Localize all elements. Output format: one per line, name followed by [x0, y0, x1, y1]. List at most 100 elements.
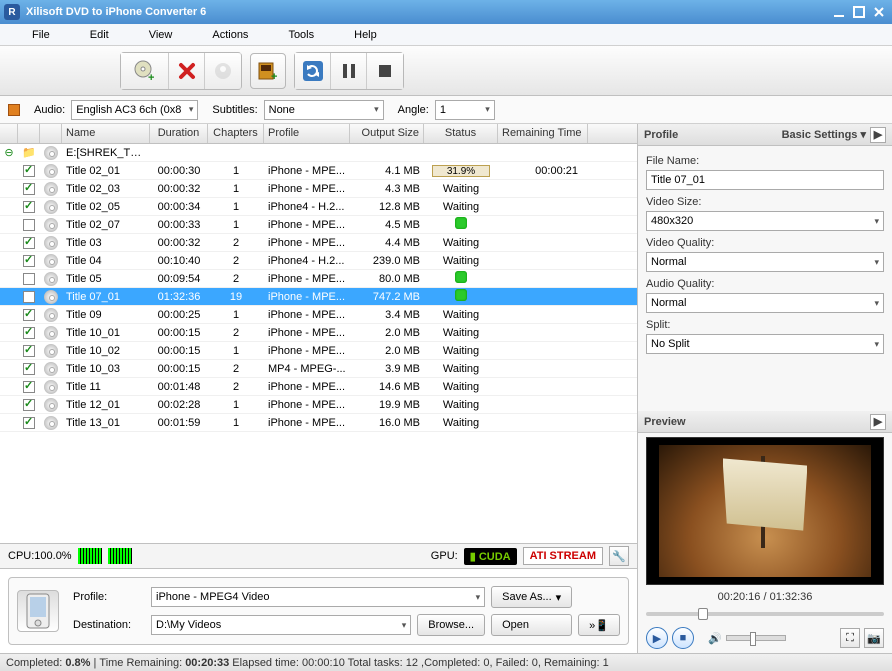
- preview-controls: ▶ ■ 🔊 ⛶ 📷: [638, 623, 892, 653]
- row-checkbox[interactable]: [23, 219, 35, 231]
- add-dvd-button[interactable]: +: [121, 53, 169, 89]
- toolbar: + +: [0, 46, 892, 96]
- source-options-row: Audio: English AC3 6ch (0x8 Subtitles: N…: [0, 96, 892, 124]
- save-as-button[interactable]: Save As...▾: [491, 586, 572, 608]
- row-checkbox[interactable]: [23, 201, 35, 213]
- menu-tools[interactable]: Tools: [268, 29, 334, 41]
- row-checkbox[interactable]: [23, 345, 35, 357]
- row-checkbox[interactable]: [23, 255, 35, 267]
- svg-text:+: +: [271, 71, 277, 82]
- open-button[interactable]: Open: [491, 614, 572, 636]
- destination-combo[interactable]: D:\My Videos: [151, 615, 411, 635]
- table-row[interactable]: Title 02_0700:00:331iPhone - MPE...4.5 M…: [0, 216, 637, 234]
- profile-combo[interactable]: iPhone - MPEG4 Video: [151, 587, 485, 607]
- audio-combo[interactable]: English AC3 6ch (0x8: [71, 100, 198, 120]
- device-thumb-icon: [17, 590, 59, 632]
- add-output-button[interactable]: +: [250, 53, 286, 89]
- settings-mode-toggle[interactable]: Basic Settings ▾: [782, 128, 866, 141]
- fullscreen-button[interactable]: ⛶: [840, 628, 860, 648]
- maximize-button[interactable]: [850, 4, 868, 20]
- menu-file[interactable]: File: [12, 29, 70, 41]
- table-row[interactable]: Title 07_0101:32:3619iPhone - MPE...747.…: [0, 288, 637, 306]
- col-output-size[interactable]: Output Size: [350, 124, 424, 143]
- table-parent-row[interactable]: ⊖📁E:[SHREK_TH...: [0, 144, 637, 162]
- split-combo[interactable]: No Split: [646, 334, 884, 354]
- disc-icon: [44, 380, 58, 394]
- preview-video[interactable]: [646, 437, 884, 585]
- col-profile[interactable]: Profile: [264, 124, 350, 143]
- browse-button[interactable]: Browse...: [417, 614, 485, 636]
- row-checkbox[interactable]: [23, 165, 35, 177]
- table-row[interactable]: Title 02_0100:00:301iPhone - MPE...4.1 M…: [0, 162, 637, 180]
- menu-view[interactable]: View: [129, 29, 193, 41]
- disc-icon: [44, 236, 58, 250]
- minimize-button[interactable]: [830, 4, 848, 20]
- stop-preview-button[interactable]: ■: [672, 627, 694, 649]
- table-row[interactable]: Title 10_0200:00:151iPhone - MPE...2.0 M…: [0, 342, 637, 360]
- angle-combo[interactable]: 1: [435, 100, 495, 120]
- transfer-device-button[interactable]: »📱: [578, 614, 620, 636]
- disc-icon: [44, 164, 58, 178]
- remove-button[interactable]: [169, 53, 205, 89]
- table-row[interactable]: Title 02_0500:00:341iPhone4 - H.2...12.8…: [0, 198, 637, 216]
- menu-help[interactable]: Help: [334, 29, 397, 41]
- gpu-label: GPU:: [431, 550, 458, 562]
- table-row[interactable]: Title 10_0300:00:152MP4 - MPEG-...3.9 MB…: [0, 360, 637, 378]
- table-row[interactable]: Title 0300:00:322iPhone - MPE...4.4 MBWa…: [0, 234, 637, 252]
- video-size-combo[interactable]: 480x320: [646, 211, 884, 231]
- row-checkbox[interactable]: [23, 291, 35, 303]
- pause-button[interactable]: [331, 53, 367, 89]
- snapshot-button[interactable]: 📷: [864, 628, 884, 648]
- row-checkbox[interactable]: [23, 183, 35, 195]
- grid-header: Name Duration Chapters Profile Output Si…: [0, 124, 637, 144]
- close-button[interactable]: [870, 4, 888, 20]
- profile-label: Profile:: [73, 591, 145, 603]
- audio-quality-combo[interactable]: Normal: [646, 293, 884, 313]
- row-checkbox[interactable]: [23, 273, 35, 285]
- col-remaining[interactable]: Remaining Time: [498, 124, 588, 143]
- col-chapters[interactable]: Chapters: [208, 124, 264, 143]
- col-name[interactable]: Name: [62, 124, 150, 143]
- row-checkbox[interactable]: [23, 417, 35, 429]
- volume-slider[interactable]: [726, 635, 786, 641]
- cuda-badge-icon: ▮ CUDA: [464, 548, 517, 565]
- collapse-right-button[interactable]: ▶: [870, 127, 886, 143]
- stop-button[interactable]: [367, 53, 403, 89]
- cpu-meter-icon: [78, 548, 102, 564]
- subtitles-label: Subtitles:: [212, 104, 257, 116]
- row-checkbox[interactable]: [23, 399, 35, 411]
- row-checkbox[interactable]: [23, 381, 35, 393]
- table-row[interactable]: Title 0500:09:542iPhone - MPE...80.0 MB: [0, 270, 637, 288]
- cpu-bar: CPU:100.0% GPU: ▮ CUDA ATI STREAM 🔧: [0, 543, 637, 569]
- table-row[interactable]: Title 1100:01:482iPhone - MPE...14.6 MBW…: [0, 378, 637, 396]
- disc-icon: [44, 308, 58, 322]
- grid-body[interactable]: ⊖📁E:[SHREK_TH...Title 02_0100:00:301iPho…: [0, 144, 637, 543]
- col-status[interactable]: Status: [424, 124, 498, 143]
- col-duration[interactable]: Duration: [150, 124, 208, 143]
- table-row[interactable]: Title 0400:10:402iPhone4 - H.2...239.0 M…: [0, 252, 637, 270]
- convert-button[interactable]: [295, 53, 331, 89]
- menu-actions[interactable]: Actions: [192, 29, 268, 41]
- settings-wrench-button[interactable]: 🔧: [609, 546, 629, 566]
- video-quality-combo[interactable]: Normal: [646, 252, 884, 272]
- table-row[interactable]: Title 0900:00:251iPhone - MPE...3.4 MBWa…: [0, 306, 637, 324]
- clear-button[interactable]: [205, 53, 241, 89]
- speaker-icon[interactable]: 🔊: [708, 632, 722, 645]
- menu-edit[interactable]: Edit: [70, 29, 129, 41]
- row-checkbox[interactable]: [23, 363, 35, 375]
- row-checkbox[interactable]: [23, 237, 35, 249]
- disc-icon: [44, 398, 58, 412]
- row-checkbox[interactable]: [23, 309, 35, 321]
- filename-input[interactable]: Title 07_01: [646, 170, 884, 190]
- expand-preview-button[interactable]: ▶: [870, 414, 886, 430]
- destination-panel: Profile: iPhone - MPEG4 Video Save As...…: [8, 577, 629, 645]
- play-button[interactable]: ▶: [646, 627, 668, 649]
- table-row[interactable]: Title 12_0100:02:281iPhone - MPE...19.9 …: [0, 396, 637, 414]
- disc-icon: [44, 362, 58, 376]
- table-row[interactable]: Title 10_0100:00:152iPhone - MPE...2.0 M…: [0, 324, 637, 342]
- table-row[interactable]: Title 13_0100:01:591iPhone - MPE...16.0 …: [0, 414, 637, 432]
- row-checkbox[interactable]: [23, 327, 35, 339]
- subtitles-combo[interactable]: None: [264, 100, 384, 120]
- table-row[interactable]: Title 02_0300:00:321iPhone - MPE...4.3 M…: [0, 180, 637, 198]
- preview-seekbar[interactable]: [646, 607, 884, 621]
